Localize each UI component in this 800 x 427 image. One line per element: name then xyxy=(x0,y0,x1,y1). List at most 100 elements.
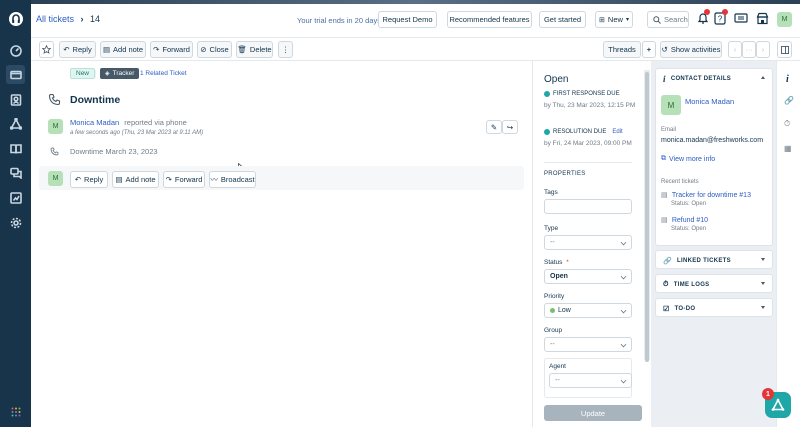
user-avatar[interactable]: M xyxy=(777,12,792,27)
reports-icon[interactable] xyxy=(6,188,25,207)
close-label: Close xyxy=(209,45,229,54)
recent-ticket-2[interactable]: ▤ Refund #10 xyxy=(661,215,708,224)
more-options-button[interactable]: ⋮ xyxy=(278,41,293,58)
layout-toggle-button[interactable] xyxy=(777,41,792,58)
forward-button[interactable]: ↷ Forward xyxy=(150,41,193,58)
group-select[interactable]: -- xyxy=(544,337,632,352)
close-button[interactable]: ⊘ Close xyxy=(197,41,232,58)
marketplace-icon[interactable] xyxy=(756,12,769,25)
contacts-icon[interactable] xyxy=(6,90,25,109)
recent-ticket-2-title[interactable]: Refund #10 xyxy=(672,217,708,224)
todo-card[interactable]: ☑ TO-DO xyxy=(655,298,773,317)
more-nav-button[interactable]: ··· xyxy=(742,41,756,58)
related-ticket-link[interactable]: 1 Related Ticket xyxy=(140,70,187,77)
status-select[interactable]: Open xyxy=(544,269,632,284)
update-button[interactable]: Update xyxy=(544,405,642,421)
search-placeholder: Search xyxy=(664,15,688,24)
reply-bar-add-note-button[interactable]: ▤ Add note xyxy=(112,171,159,188)
add-note-label: Add note xyxy=(113,45,144,54)
product-switcher-icon[interactable] xyxy=(734,13,748,24)
priority-value: Low xyxy=(558,307,571,314)
share-icon: ↪ xyxy=(506,122,514,132)
first-response-due: FIRST RESPONSE DUE xyxy=(544,91,620,97)
help-icon[interactable]: ? xyxy=(714,9,728,25)
status-heading: Open xyxy=(544,74,569,85)
contact-details-title: CONTACT DETAILS xyxy=(670,75,732,82)
check-circle-icon: ⊘ xyxy=(200,45,207,54)
breadcrumb-chevron-icon: › xyxy=(80,14,84,24)
reply-button[interactable]: ↶ Reply xyxy=(59,41,96,58)
search-box[interactable]: Search xyxy=(647,11,689,28)
add-thread-button[interactable]: + xyxy=(642,41,656,58)
new-dropdown-button[interactable]: ⊞ New ▾ xyxy=(595,11,633,28)
freshdesk-logo-icon[interactable] xyxy=(6,9,25,28)
edit-message-button[interactable]: ✎ xyxy=(486,120,502,134)
rail-time-icon[interactable]: ⏱ xyxy=(784,119,790,129)
contact-details-header[interactable]: i CONTACT DETAILS xyxy=(656,69,772,88)
priority-chevron-icon xyxy=(620,307,627,314)
get-started-button[interactable]: Get started xyxy=(539,11,586,28)
priority-select[interactable]: Low xyxy=(544,303,632,318)
recommended-features-button[interactable]: Recommended features xyxy=(447,11,532,28)
trash-icon: 🗑 xyxy=(237,45,247,54)
requester-name[interactable]: Monica Madan xyxy=(70,118,119,127)
todo-header: ☑ TO-DO xyxy=(656,299,772,318)
threads-button[interactable]: Threads xyxy=(603,41,641,58)
reply-bar-forward-button[interactable]: ↷ Forward xyxy=(163,171,205,188)
forward-message-button[interactable]: ↪ xyxy=(502,120,518,134)
ticket-timestamp: a few seconds ago (Thu, 23 Mar 2023 at 9… xyxy=(70,130,204,136)
recent-tickets-label: Recent tickets xyxy=(661,179,699,185)
dashboard-icon[interactable] xyxy=(6,41,25,60)
admin-settings-icon[interactable] xyxy=(6,213,25,232)
prev-ticket-button[interactable]: ‹ xyxy=(728,41,742,58)
priority-dot-icon xyxy=(550,308,555,313)
note-icon: ▤ xyxy=(102,45,111,54)
reply-bar-reply-button[interactable]: ↶ Reply xyxy=(70,171,108,188)
time-logs-card[interactable]: ⏱ TIME LOGS xyxy=(655,274,773,293)
contact-avatar: M xyxy=(661,95,681,115)
rail-info-icon[interactable]: i xyxy=(786,74,789,85)
resolution-edit-link[interactable]: Edit xyxy=(612,129,622,135)
new-label: New xyxy=(607,15,623,24)
delete-button[interactable]: 🗑 Delete xyxy=(236,41,273,58)
time-logs-chevron-down-icon xyxy=(761,282,765,285)
agent-chevron-icon xyxy=(620,377,627,384)
rail-link-icon[interactable]: 🔗 xyxy=(784,96,794,105)
chat-icon[interactable] xyxy=(6,163,25,182)
next-ticket-button[interactable]: › xyxy=(756,41,770,58)
request-demo-button[interactable]: Request Demo xyxy=(378,11,437,28)
knowledge-base-icon[interactable] xyxy=(6,139,25,158)
search-icon xyxy=(653,15,661,24)
breadcrumb-all-tickets[interactable]: All tickets xyxy=(36,14,74,24)
linked-tickets-card[interactable]: 🔗 LINKED TICKETS xyxy=(655,250,773,269)
bell-icon[interactable] xyxy=(697,9,710,25)
status-label: Status * xyxy=(544,259,569,266)
show-activities-button[interactable]: ↺ Show activities xyxy=(660,41,722,58)
add-note-button[interactable]: ▤ Add note xyxy=(100,41,146,58)
reply-bar-reply-icon: ↶ xyxy=(74,175,82,184)
phone-small-icon xyxy=(50,147,59,156)
contact-name[interactable]: Monica Madan xyxy=(685,97,734,106)
star-button[interactable] xyxy=(39,41,54,58)
recent-ticket-2-status-label: Status: xyxy=(671,226,690,232)
reply-bar-broadcast-button[interactable]: 〰 Broadcast xyxy=(209,171,256,188)
chevron-up-icon[interactable] xyxy=(761,76,765,79)
type-chevron-icon xyxy=(620,239,627,246)
ticket-description: Downtime March 23, 2023 xyxy=(70,147,158,156)
recent-ticket-1[interactable]: ▤ Tracker for downtime #13 xyxy=(661,190,751,199)
reply-bar-note-icon: ▤ xyxy=(115,175,123,184)
tracker-tag: ◈ Tracker xyxy=(100,68,140,79)
tracker-label: Tracker xyxy=(112,70,135,77)
properties-scroll-thumb[interactable] xyxy=(645,72,649,362)
type-select[interactable]: -- xyxy=(544,235,632,250)
external-link-icon: ⧉ xyxy=(661,155,666,162)
agent-select[interactable]: -- xyxy=(549,373,632,388)
view-more-info-link[interactable]: ⧉ View more info xyxy=(661,155,715,163)
recent-ticket-1-title[interactable]: Tracker for downtime #13 xyxy=(672,192,751,199)
rail-calendar-icon[interactable]: ▦ xyxy=(784,144,792,153)
tickets-icon[interactable] xyxy=(6,65,25,84)
apps-grid-icon[interactable] xyxy=(6,402,25,421)
social-icon[interactable] xyxy=(6,114,25,133)
tags-input[interactable] xyxy=(544,199,632,214)
new-plus-icon: ⊞ xyxy=(599,16,605,24)
